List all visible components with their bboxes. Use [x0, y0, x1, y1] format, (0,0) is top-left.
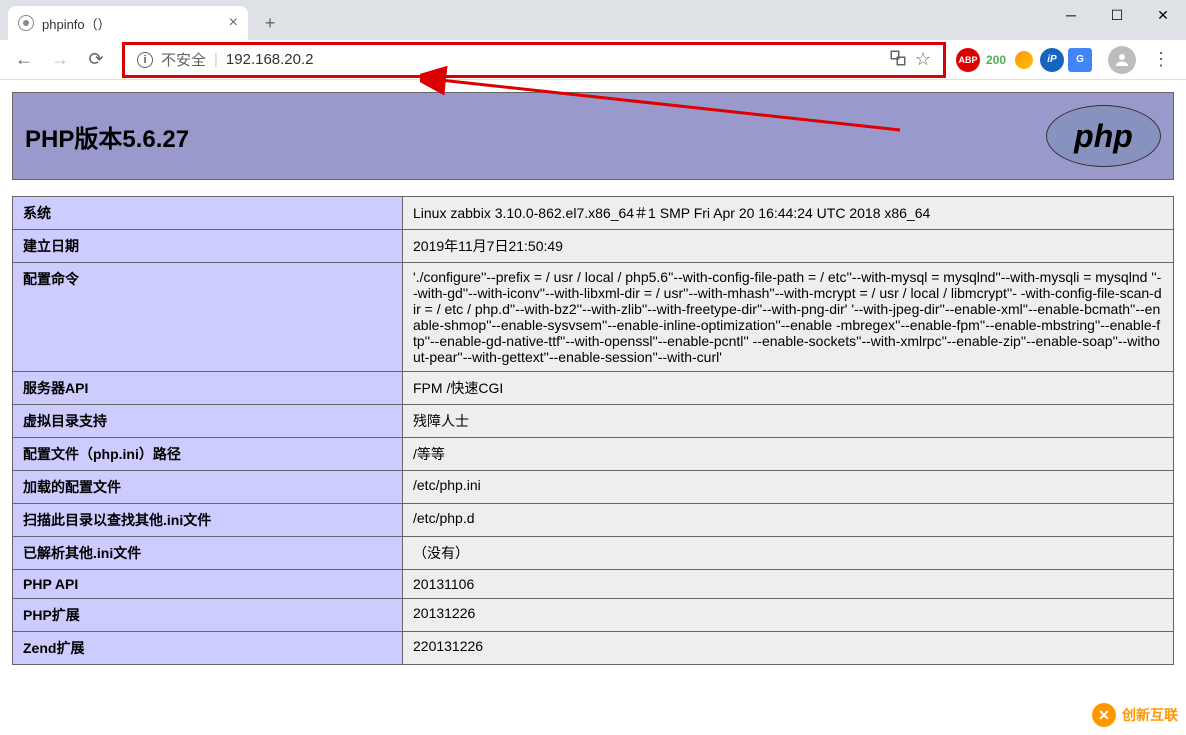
reload-button[interactable]: ⟳: [80, 44, 112, 76]
row-key: PHP API: [13, 570, 403, 599]
window-controls: ─ ☐ ✕: [1048, 0, 1186, 30]
table-row: 加载的配置文件/etc/php.ini: [13, 471, 1174, 504]
row-key: 服务器API: [13, 372, 403, 405]
table-row: 服务器APIFPM /快速CGI: [13, 372, 1174, 405]
phpinfo-table: 系统Linux zabbix 3.10.0-862.el7.x86_64＃1 S…: [12, 196, 1174, 665]
google-translate-extension-icon[interactable]: G: [1068, 48, 1092, 72]
row-key: PHP扩展: [13, 599, 403, 632]
row-key: 建立日期: [13, 230, 403, 263]
table-row: Zend扩展220131226: [13, 632, 1174, 665]
table-row: 已解析其他.ini文件（没有）: [13, 537, 1174, 570]
tab-bar: phpinfo（） × +: [0, 0, 1186, 40]
address-bar[interactable]: i 不安全 | 192.168.20.2 ☆: [122, 42, 946, 78]
watermark: ✕ 创新互联: [1092, 703, 1178, 727]
globe-icon: [18, 15, 34, 31]
row-value: /etc/php.ini: [403, 471, 1174, 504]
row-value: 20131106: [403, 570, 1174, 599]
tab-title: phpinfo（）: [42, 14, 111, 33]
table-row: 扫描此目录以查找其他.ini文件/etc/php.d: [13, 504, 1174, 537]
table-row: 配置命令'./configure''--prefix = / usr / loc…: [13, 263, 1174, 372]
row-value: 2019年11月7日21:50:49: [403, 230, 1174, 263]
row-value: /等等: [403, 438, 1174, 471]
close-window-button[interactable]: ✕: [1140, 0, 1186, 30]
translate-icon[interactable]: [889, 49, 907, 71]
new-tab-button[interactable]: +: [256, 9, 284, 37]
row-key: 加载的配置文件: [13, 471, 403, 504]
bookmark-star-icon[interactable]: ☆: [915, 49, 931, 70]
profile-avatar[interactable]: [1108, 46, 1136, 74]
row-value: /etc/php.d: [403, 504, 1174, 537]
table-row: 系统Linux zabbix 3.10.0-862.el7.x86_64＃1 S…: [13, 197, 1174, 230]
row-key: 虚拟目录支持: [13, 405, 403, 438]
status-extension-icon[interactable]: 200: [984, 48, 1008, 72]
row-key: 已解析其他.ini文件: [13, 537, 403, 570]
table-row: PHP API20131106: [13, 570, 1174, 599]
php-header: PHP版本5.6.27 php: [12, 92, 1174, 180]
adblock-icon[interactable]: ABP: [956, 48, 980, 72]
row-value: Linux zabbix 3.10.0-862.el7.x86_64＃1 SMP…: [403, 197, 1174, 230]
row-value: './configure''--prefix = / usr / local /…: [403, 263, 1174, 372]
close-tab-icon[interactable]: ×: [229, 14, 238, 32]
menu-button[interactable]: ⋮: [1144, 49, 1178, 70]
table-row: 虚拟目录支持残障人士: [13, 405, 1174, 438]
url-text: 192.168.20.2: [226, 51, 314, 68]
ip-extension-icon[interactable]: iP: [1040, 48, 1064, 72]
row-value: （没有）: [403, 537, 1174, 570]
forward-button[interactable]: →: [44, 44, 76, 76]
row-key: 扫描此目录以查找其他.ini文件: [13, 504, 403, 537]
table-row: PHP扩展20131226: [13, 599, 1174, 632]
row-value: 20131226: [403, 599, 1174, 632]
row-value: 残障人士: [403, 405, 1174, 438]
php-logo: php: [1046, 105, 1161, 167]
row-value: FPM /快速CGI: [403, 372, 1174, 405]
maximize-button[interactable]: ☐: [1094, 0, 1140, 30]
row-key: 配置命令: [13, 263, 403, 372]
avast-icon[interactable]: [1012, 48, 1036, 72]
table-row: 建立日期2019年11月7日21:50:49: [13, 230, 1174, 263]
row-key: 系统: [13, 197, 403, 230]
browser-toolbar: ← → ⟳ i 不安全 | 192.168.20.2 ☆ ABP 200 iP …: [0, 40, 1186, 80]
table-row: 配置文件（php.ini）路径/等等: [13, 438, 1174, 471]
info-icon[interactable]: i: [137, 52, 153, 68]
browser-tab[interactable]: phpinfo（） ×: [8, 6, 248, 40]
page-content: PHP版本5.6.27 php 系统Linux zabbix 3.10.0-86…: [0, 80, 1186, 677]
watermark-text: 创新互联: [1122, 705, 1178, 725]
security-status: 不安全: [161, 49, 206, 70]
row-value: 220131226: [403, 632, 1174, 665]
row-key: Zend扩展: [13, 632, 403, 665]
minimize-button[interactable]: ─: [1048, 0, 1094, 30]
row-key: 配置文件（php.ini）路径: [13, 438, 403, 471]
watermark-icon: ✕: [1092, 703, 1116, 727]
php-version-title: PHP版本5.6.27: [25, 119, 189, 154]
back-button[interactable]: ←: [8, 44, 40, 76]
